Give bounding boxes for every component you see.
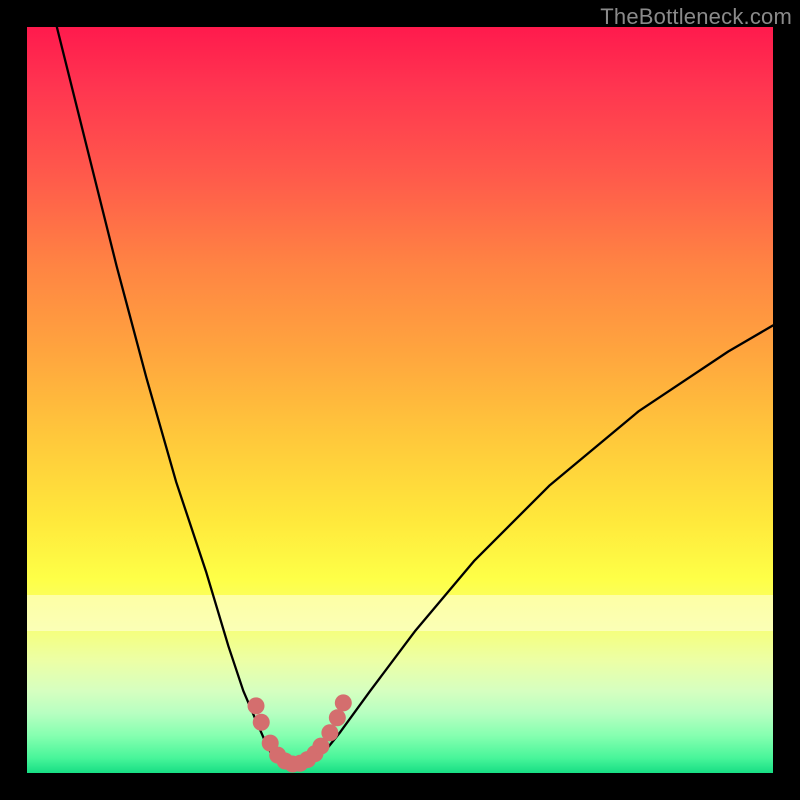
marker-dot — [248, 697, 265, 714]
plot-area — [27, 27, 773, 773]
chart-svg — [27, 27, 773, 773]
marker-dot — [335, 694, 352, 711]
marker-dot — [253, 714, 270, 731]
valley-markers — [248, 694, 352, 772]
bottleneck-curve — [57, 27, 773, 766]
marker-dot — [321, 724, 338, 741]
chart-frame: TheBottleneck.com — [0, 0, 800, 800]
curve-lines — [57, 27, 773, 766]
marker-dot — [329, 709, 346, 726]
